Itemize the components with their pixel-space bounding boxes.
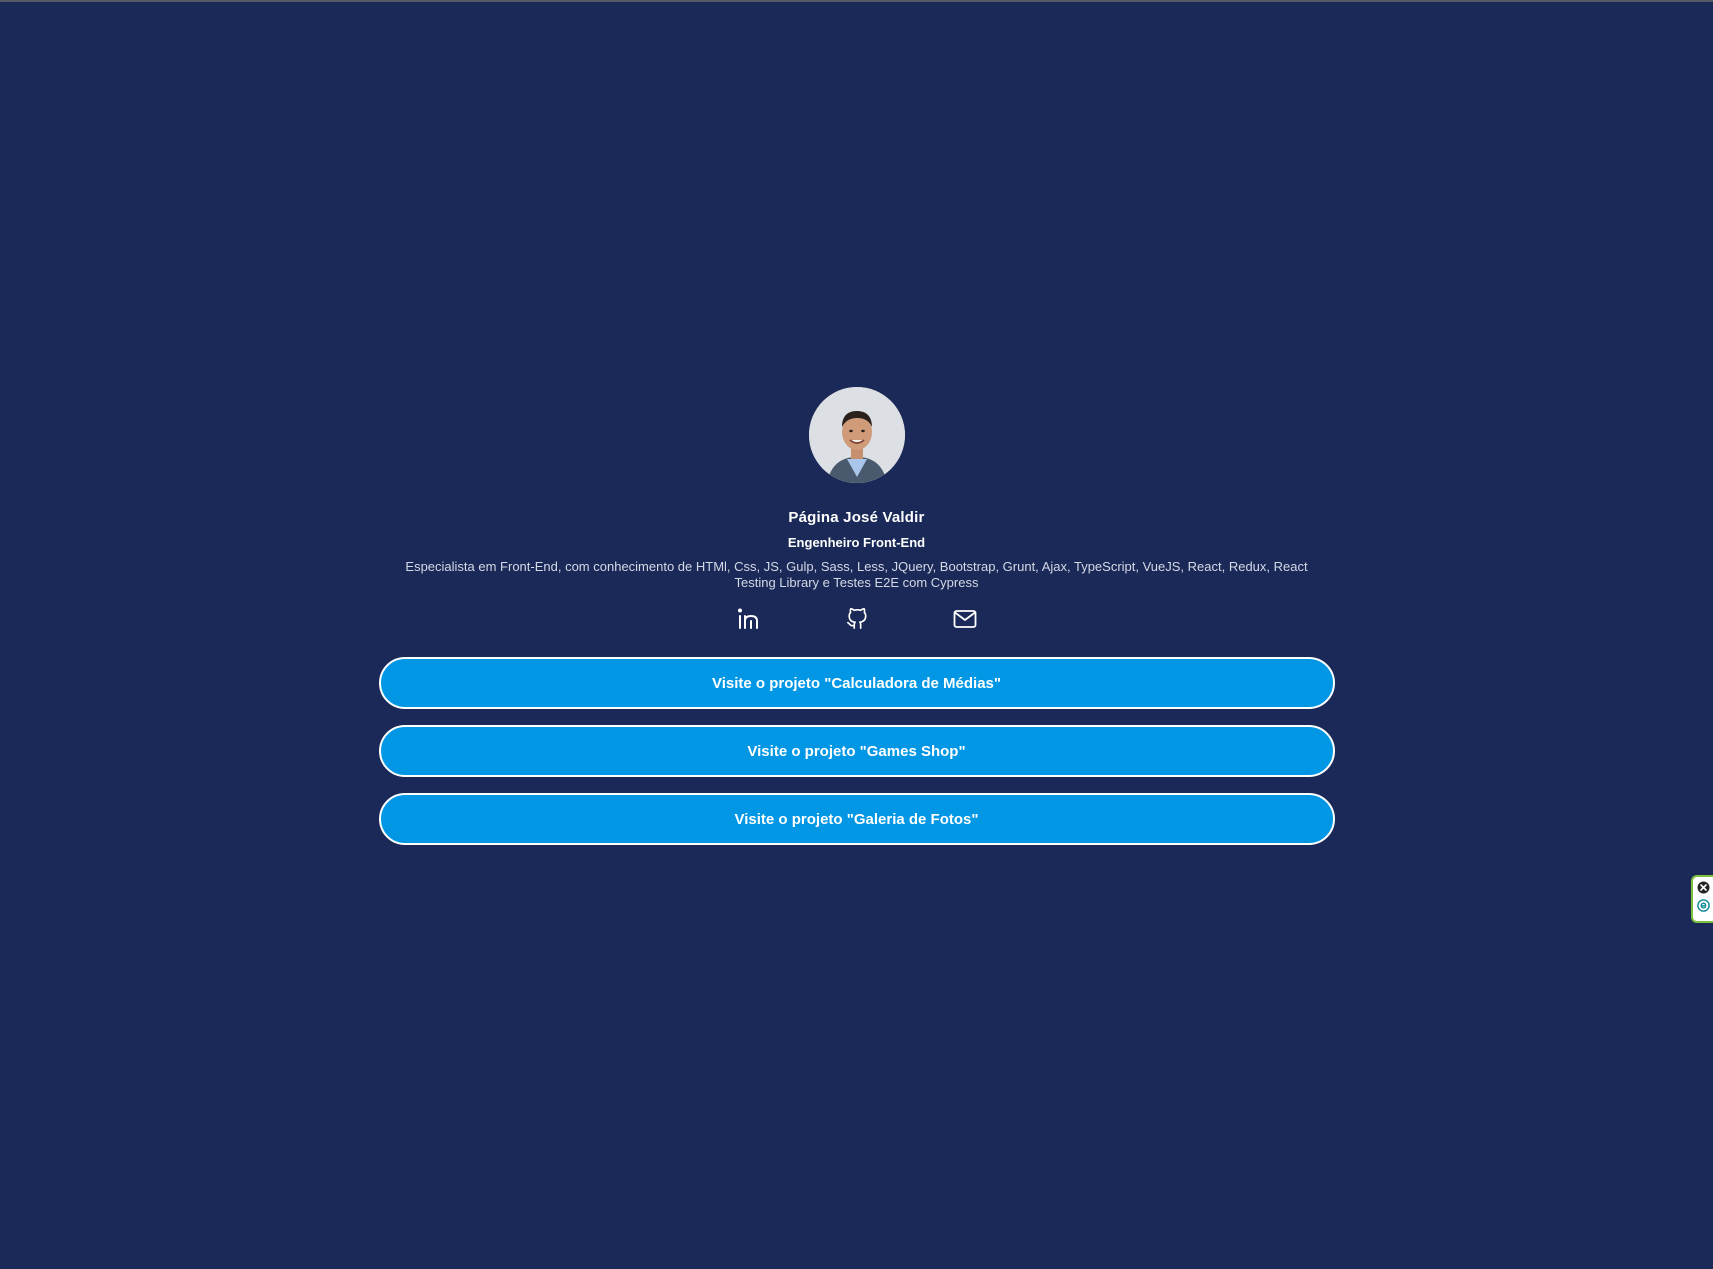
linkedin-icon xyxy=(737,608,761,635)
social-links xyxy=(737,607,977,636)
profile-name: Página José Valdir xyxy=(788,509,925,526)
github-link[interactable] xyxy=(845,607,869,636)
github-icon xyxy=(846,607,868,636)
avatar-photo xyxy=(808,387,905,483)
project-link-calculadora[interactable]: Visite o projeto "Calculadora de Médias" xyxy=(378,657,1335,709)
extension-logo-icon xyxy=(1696,899,1710,917)
close-icon xyxy=(1697,881,1710,899)
avatar xyxy=(808,387,905,483)
profile-section: Página José Valdir Engenheiro Front-End … xyxy=(0,387,1713,845)
profile-bio: Especialista em Front-End, com conhecime… xyxy=(405,559,1308,590)
extension-widget xyxy=(1691,875,1713,923)
project-links: Visite o projeto "Calculadora de Médias"… xyxy=(378,657,1335,845)
extension-open-button[interactable] xyxy=(1696,899,1710,917)
extension-close-button[interactable] xyxy=(1696,881,1710,899)
project-link-games-shop[interactable]: Visite o projeto "Games Shop" xyxy=(378,725,1335,777)
profile-role: Engenheiro Front-End xyxy=(787,535,926,550)
email-link[interactable] xyxy=(953,609,977,633)
mail-icon xyxy=(953,609,977,634)
project-link-galeria[interactable]: Visite o projeto "Galeria de Fotos" xyxy=(378,793,1335,845)
linkedin-link[interactable] xyxy=(737,608,761,635)
